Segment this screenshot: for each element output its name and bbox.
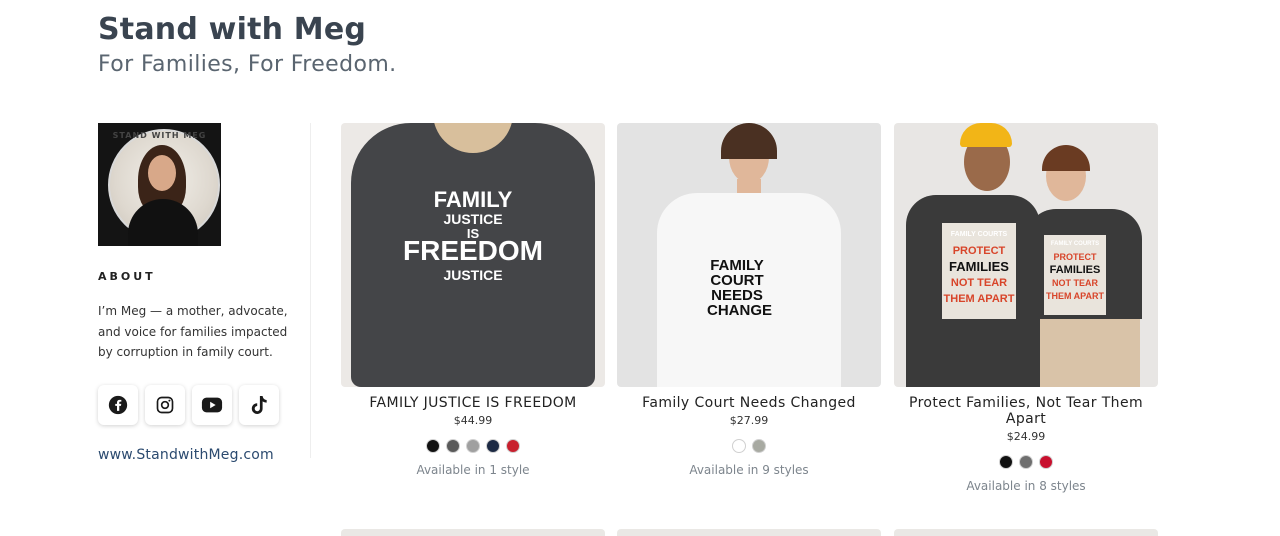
color-swatches — [894, 455, 1158, 469]
product-image[interactable]: FAMILY COURTS PROTECT FAMILIES NOT TEAR … — [894, 123, 1158, 387]
print-line: NEEDS — [711, 287, 763, 304]
tiktok-button[interactable] — [239, 384, 279, 425]
color-swatch[interactable] — [732, 439, 746, 453]
print-line: FAMILY COURTS — [950, 231, 1008, 238]
product-price: $24.99 — [1006, 430, 1046, 443]
youtube-icon — [201, 397, 223, 412]
color-swatches — [617, 439, 881, 453]
product-name[interactable]: FAMILY JUSTICE IS FREEDOM — [341, 395, 605, 411]
color-swatch[interactable] — [1019, 455, 1033, 469]
color-swatch[interactable] — [506, 439, 520, 453]
print-line: NOT TEAR — [1052, 278, 1098, 288]
print-line: FAMILIES — [949, 259, 1009, 274]
color-swatch[interactable] — [999, 455, 1013, 469]
tee-print: FAMILY COURTS PROTECT FAMILIES NOT TEAR … — [942, 223, 1016, 319]
product-availability: Available in 9 styles — [689, 463, 809, 477]
color-swatches — [341, 439, 605, 453]
print-line: FAMILY — [710, 257, 764, 274]
print-line: JUSTICE — [443, 211, 503, 227]
facebook-icon — [108, 395, 128, 414]
page-subtitle: For Families, For Freedom. — [98, 52, 397, 77]
model-hair — [721, 123, 777, 159]
product-image[interactable]: FAMILY JUSTICE IS FREEDOM JUSTICE — [341, 123, 605, 387]
print-line: CHANGE — [707, 302, 773, 319]
model-hair — [1042, 145, 1090, 171]
product-card[interactable]: FAMILY COURTS PROTECT FAMILIES NOT TEAR … — [894, 123, 1158, 493]
product-availability: Available in 8 styles — [966, 479, 1086, 493]
about-heading: ABOUT — [98, 270, 156, 283]
tee-print: FAMILY COURT NEEDS CHANGE — [707, 257, 773, 319]
product-price: $27.99 — [729, 414, 769, 427]
product-card-partial[interactable] — [894, 529, 1158, 536]
youtube-button[interactable] — [192, 384, 232, 425]
avatar-ring-text: STAND WITH MEG — [112, 131, 207, 140]
product-name[interactable]: Protect Families, Not Tear Them Apart — [894, 395, 1158, 427]
product-card-partial[interactable] — [341, 529, 605, 536]
print-line: NOT TEAR — [950, 277, 1008, 289]
yellow-cap — [960, 123, 1012, 147]
print-line: JUSTICE — [443, 267, 503, 283]
product-card[interactable]: FAMILY COURT NEEDS CHANGE Family Court N… — [617, 123, 881, 477]
color-swatch[interactable] — [466, 439, 480, 453]
color-swatch[interactable] — [446, 439, 460, 453]
tee-print: FAMILY COURTS PROTECT FAMILIES NOT TEAR … — [1044, 235, 1106, 315]
color-swatch[interactable] — [1039, 455, 1053, 469]
print-line: THEM APART — [1046, 291, 1104, 301]
instagram-icon — [156, 396, 174, 413]
sidebar-divider — [310, 123, 311, 458]
product-card[interactable]: FAMILY JUSTICE IS FREEDOM JUSTICE FAMILY… — [341, 123, 605, 477]
model-pants — [1040, 319, 1140, 387]
color-swatch[interactable] — [426, 439, 440, 453]
social-links — [98, 384, 303, 425]
print-line: PROTECT — [952, 245, 1006, 257]
facebook-button[interactable] — [98, 384, 138, 425]
product-availability: Available in 1 style — [416, 463, 530, 477]
sidebar: STAND WITH MEG ABOUT I’m Meg — a mother,… — [98, 123, 303, 463]
print-line: FAMILY — [433, 187, 513, 212]
print-line: FREEDOM — [403, 235, 543, 266]
print-line: FAMILY COURTS — [1050, 241, 1100, 247]
product-card-partial[interactable] — [617, 529, 881, 536]
product-name[interactable]: Family Court Needs Changed — [617, 395, 881, 411]
tiktok-icon — [251, 395, 267, 414]
print-line: THEM APART — [943, 293, 1015, 305]
product-image[interactable]: FAMILY COURT NEEDS CHANGE — [617, 123, 881, 387]
color-swatch[interactable] — [752, 439, 766, 453]
print-line: PROTECT — [1053, 252, 1097, 262]
about-text: I’m Meg — a mother, advocate, and voice … — [98, 304, 288, 359]
print-line: FAMILIES — [1049, 264, 1101, 276]
print-line: COURT — [710, 272, 764, 289]
page-title: Stand with Meg — [98, 12, 367, 47]
product-price: $44.99 — [453, 414, 493, 427]
avatar-face — [148, 155, 176, 191]
avatar: STAND WITH MEG — [98, 123, 221, 246]
color-swatch[interactable] — [486, 439, 500, 453]
store-page: Stand with Meg For Families, For Freedom… — [0, 0, 1280, 536]
instagram-button[interactable] — [145, 384, 185, 425]
website-link[interactable]: www.StandwithMeg.com — [98, 447, 303, 463]
